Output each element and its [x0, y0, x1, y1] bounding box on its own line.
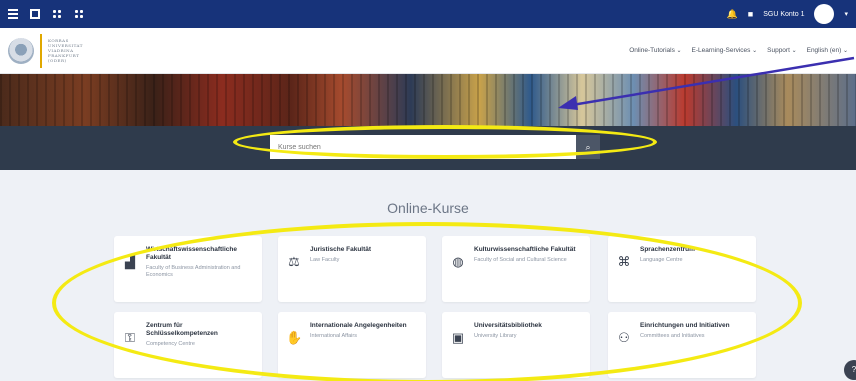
category-card[interactable]: ◍ Kulturwissenschaftliche Fakultät Facul… — [442, 236, 590, 302]
handshake-icon: ✋ — [286, 330, 303, 345]
category-card[interactable]: ▣ Universitätsbibliothek University Libr… — [442, 312, 590, 378]
search-button[interactable]: ⌕ — [576, 135, 600, 159]
user-name[interactable]: SGU Konto 1 — [763, 11, 804, 18]
card-title: Sprachenzentrum — [640, 246, 695, 253]
category-card[interactable]: ⚖ Juristische Fakultät Law Faculty — [278, 236, 426, 302]
top-bar: 🔔 ■ SGU Konto 1 ▾ — [0, 0, 856, 28]
apps-icon[interactable] — [74, 9, 84, 19]
card-subtitle: Faculty of Business Administration and E… — [146, 265, 241, 278]
card-title: Universitätsbibliothek — [474, 322, 542, 329]
card-title: Zentrum für Schlüsselkompetenzen — [146, 322, 218, 337]
category-card[interactable]: ⌘ Sprachenzentrum Language Centre — [608, 236, 756, 302]
card-title: Wirtschaftswissenschaftliche Fakultät — [146, 246, 237, 261]
card-title: Kulturwissenschaftliche Fakultät — [474, 246, 576, 253]
category-card[interactable]: ⚿ Zentrum für Schlüsselkompetenzen Compe… — [114, 312, 262, 378]
grid-icon[interactable] — [52, 9, 62, 19]
bell-icon[interactable]: 🔔 — [727, 9, 738, 20]
search-icon: ⌕ — [585, 141, 591, 152]
seal-icon — [8, 37, 34, 64]
help-button[interactable]: ? — [844, 360, 856, 380]
key-icon: ⚿ — [125, 330, 135, 345]
category-card[interactable]: ▟ Wirtschaftswissenschaftliche Fakultät … — [114, 236, 262, 302]
card-subtitle: Law Faculty — [310, 257, 340, 263]
card-title: Juristische Fakultät — [310, 246, 372, 253]
logo-line: (ODER) — [48, 58, 67, 63]
dashboard-icon[interactable] — [30, 9, 40, 19]
section-title: Online-Kurse — [387, 200, 469, 216]
scales-icon: ⚖ — [288, 254, 300, 269]
chart-icon: ▟ — [125, 254, 135, 269]
book-icon: ▣ — [451, 330, 465, 345]
card-subtitle: Faculty of Social and Cultural Science — [474, 257, 567, 263]
university-logo[interactable]: KORRAS UNIVERSITAT VIADRINA FRANKFURT (O… — [8, 33, 83, 68]
card-subtitle: Language Centre — [640, 257, 683, 263]
avatar[interactable] — [814, 4, 835, 24]
chevron-down-icon[interactable]: ▾ — [844, 10, 848, 18]
question-icon: ? — [851, 365, 856, 374]
logo-divider — [40, 33, 42, 68]
course-search: ⌕ — [270, 135, 600, 159]
card-title: Internationale Angelegenheiten — [310, 322, 407, 329]
menu-language[interactable]: English (en) — [807, 47, 848, 54]
category-card[interactable]: ✋ Internationale Angelegenheiten Interna… — [278, 312, 426, 378]
menu-online-tutorials[interactable]: Online-Tutorials — [629, 47, 681, 54]
card-subtitle: Committees and Initiatives — [640, 333, 705, 339]
card-subtitle: Competency Centre — [146, 341, 195, 347]
card-title: Einrichtungen und Initiativen — [640, 322, 730, 329]
menu-e-learning-services[interactable]: E-Learning-Services — [692, 47, 758, 54]
logo-text: KORRAS UNIVERSITAT VIADRINA FRANKFURT (O… — [48, 38, 83, 63]
category-card[interactable]: ⚇ Einrichtungen und Initiativen Committe… — [608, 312, 756, 378]
menu-support[interactable]: Support — [767, 47, 796, 54]
annotation-arrow — [558, 56, 855, 110]
main-menu: Online-Tutorials E-Learning-Services Sup… — [629, 47, 848, 54]
chat-icon[interactable]: ■ — [748, 9, 753, 19]
menu-icon[interactable] — [8, 9, 18, 19]
language-icon: ⌘ — [617, 254, 631, 269]
card-subtitle: International Affairs — [310, 333, 357, 339]
card-subtitle: University Library — [474, 333, 517, 339]
search-band: ⌕ — [0, 126, 856, 170]
people-icon: ⚇ — [618, 330, 630, 345]
globe-icon: ◍ — [452, 254, 464, 269]
search-input[interactable] — [270, 135, 576, 159]
